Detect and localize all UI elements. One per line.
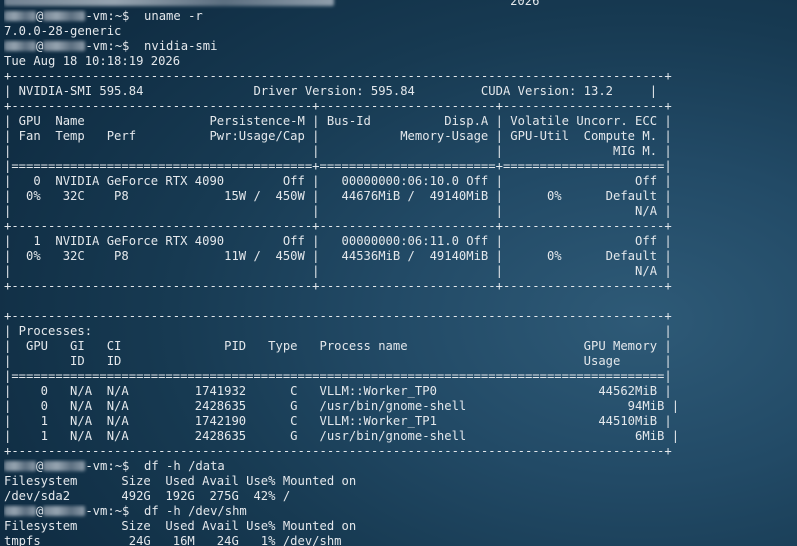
prompt-symbol: :~$ <box>107 39 130 53</box>
terminal-line: | 1 NVIDIA GeForce RTX 4090 Off | 000000… <box>4 234 672 248</box>
terminal-line: | | | MIG M. | <box>4 144 672 158</box>
terminal-line: | 0 N/A N/A 1741932 C VLLM::Worker_TP0 4… <box>4 384 672 398</box>
redacted-text <box>4 0 334 6</box>
terminal-line: +---------------------------------------… <box>4 279 672 293</box>
output-text: 2026 <box>334 0 665 8</box>
terminal-line: | 1 N/A N/A 1742190 C VLLM::Worker_TP1 4… <box>4 414 672 428</box>
terminal-line: | 0% 32C P8 11W / 450W | 44536MiB / 4914… <box>4 249 672 263</box>
terminal-line: 2026 <box>4 0 794 9</box>
prompt-symbol: :~$ <box>107 9 130 23</box>
command-text: uname -r <box>129 9 203 23</box>
terminal-line: | | | N/A | <box>4 264 672 278</box>
redacted-username <box>4 41 36 51</box>
terminal-line: | Fan Temp Perf Pwr:Usage/Cap | Memory-U… <box>4 129 672 143</box>
prompt-symbol: :~$ <box>107 459 130 473</box>
prompt-symbol: :~$ <box>107 504 130 518</box>
terminal-line: /dev/sda2 492G 192G 275G 42% / <box>4 489 291 503</box>
prompt-host-suffix: -vm <box>85 39 108 53</box>
terminal-line: Tue Aug 18 10:18:19 2026 <box>4 54 181 68</box>
terminal-line: | GPU Name Persistence-M | Bus-Id Disp.A… <box>4 114 672 128</box>
redacted-hostname <box>43 506 86 516</box>
terminal-line: | 0 NVIDIA GeForce RTX 4090 Off | 000000… <box>4 174 672 188</box>
command-text: nvidia-smi <box>129 39 218 53</box>
redacted-hostname <box>43 11 86 21</box>
terminal-line: | 1 N/A N/A 2428635 G /usr/bin/gnome-she… <box>4 429 680 443</box>
command-text: df -h /data <box>129 459 225 473</box>
shell-prompt-line: @ -vm:~$ df -h /dev/shm <box>4 504 794 519</box>
terminal-line: | 0% 32C P8 15W / 450W | 44676MiB / 4914… <box>4 189 672 203</box>
terminal-line: | ID ID Usage | <box>4 354 672 368</box>
terminal-output[interactable]: 2026 @ -vm:~$ uname -r 7.0.0-28-generic @ -v… <box>4 0 794 546</box>
redacted-username <box>4 11 36 21</box>
prompt-host-suffix: -vm <box>85 459 108 473</box>
terminal-line: +---------------------------------------… <box>4 219 672 233</box>
terminal-line: tmpfs 24G 16M 24G 1% /dev/shm <box>4 534 342 546</box>
terminal-line: |=======================================… <box>4 159 672 173</box>
terminal-line: +---------------------------------------… <box>4 444 672 458</box>
terminal-line: | NVIDIA-SMI 595.84 Driver Version: 595.… <box>4 84 658 98</box>
shell-prompt-line: @ -vm:~$ nvidia-smi <box>4 39 794 54</box>
redacted-hostname <box>43 461 86 471</box>
terminal-line: 7.0.0-28-generic <box>4 24 122 38</box>
redacted-hostname <box>43 41 86 51</box>
terminal-line: Filesystem Size Used Avail Use% Mounted … <box>4 474 357 488</box>
terminal-line: +---------------------------------------… <box>4 69 672 83</box>
terminal-line: Filesystem Size Used Avail Use% Mounted … <box>4 519 357 533</box>
command-text: df -h /dev/shm <box>129 504 247 518</box>
shell-prompt-line: @ -vm:~$ df -h /data <box>4 459 794 474</box>
terminal-line: | | | N/A | <box>4 204 672 218</box>
terminal-line: | GPU GI CI PID Type Process name GPU Me… <box>4 339 672 353</box>
prompt-host-suffix: -vm <box>85 9 108 23</box>
redacted-username <box>4 506 36 516</box>
terminal-line: +---------------------------------------… <box>4 309 672 323</box>
terminal-line: +---------------------------------------… <box>4 99 672 113</box>
prompt-host-suffix: -vm <box>85 504 108 518</box>
shell-prompt-line: @ -vm:~$ uname -r <box>4 9 794 24</box>
terminal-line: |=======================================… <box>4 369 672 383</box>
terminal-line: | 0 N/A N/A 2428635 G /usr/bin/gnome-she… <box>4 399 680 413</box>
redacted-username <box>4 461 36 471</box>
terminal-line: | Processes: | <box>4 324 672 338</box>
